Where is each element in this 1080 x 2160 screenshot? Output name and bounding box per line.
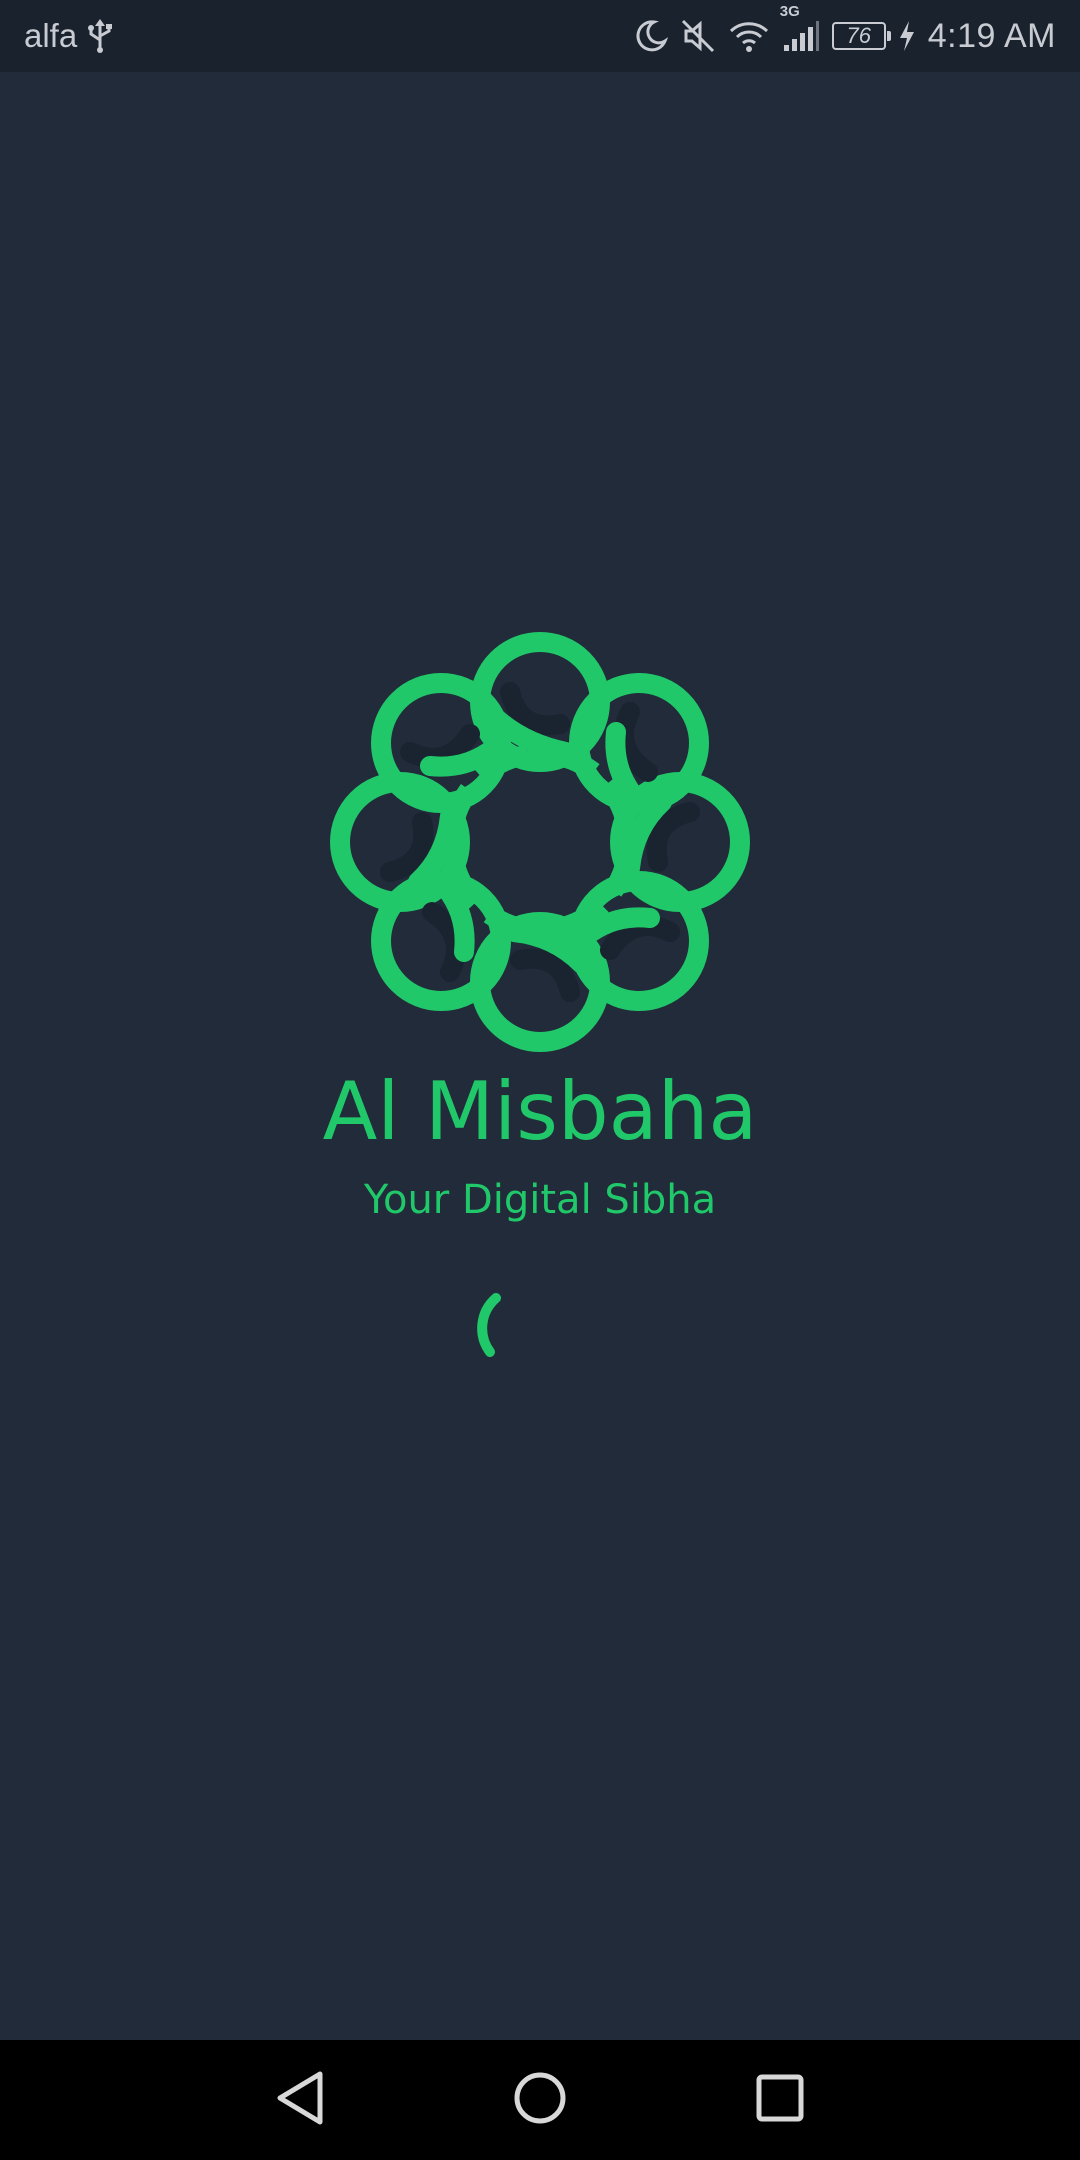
app-subtitle: Your Digital Sibha xyxy=(363,1177,717,1223)
recents-icon xyxy=(755,2073,805,2127)
usb-icon xyxy=(87,18,113,54)
status-bar: alfa 3G 76 4:19 AM xyxy=(0,0,1080,72)
app-logo-knot-icon xyxy=(330,632,750,1052)
home-icon xyxy=(512,2070,568,2130)
back-button[interactable] xyxy=(260,2060,340,2140)
navigation-bar xyxy=(0,2040,1080,2160)
charging-icon xyxy=(898,20,916,52)
signal-icon: 3G xyxy=(780,3,820,53)
recents-button[interactable] xyxy=(740,2060,820,2140)
network-type-label: 3G xyxy=(779,3,800,20)
moon-icon xyxy=(634,19,668,53)
splash-screen: Al Misbaha Your Digital Sibha xyxy=(0,72,1080,2040)
battery-indicator: 76 xyxy=(831,22,891,50)
battery-level: 76 xyxy=(846,23,871,48)
status-left: alfa xyxy=(24,0,113,72)
loading-spinner-icon xyxy=(476,1290,536,1360)
app-title: Al Misbaha xyxy=(322,1065,758,1158)
back-icon xyxy=(274,2070,326,2130)
status-time: 4:19 AM xyxy=(927,16,1056,55)
mute-icon xyxy=(680,18,716,54)
status-right: 3G 76 4:19 AM xyxy=(634,0,1056,72)
carrier-name: alfa xyxy=(24,17,78,54)
home-button[interactable] xyxy=(500,2060,580,2140)
wifi-icon xyxy=(728,19,770,53)
